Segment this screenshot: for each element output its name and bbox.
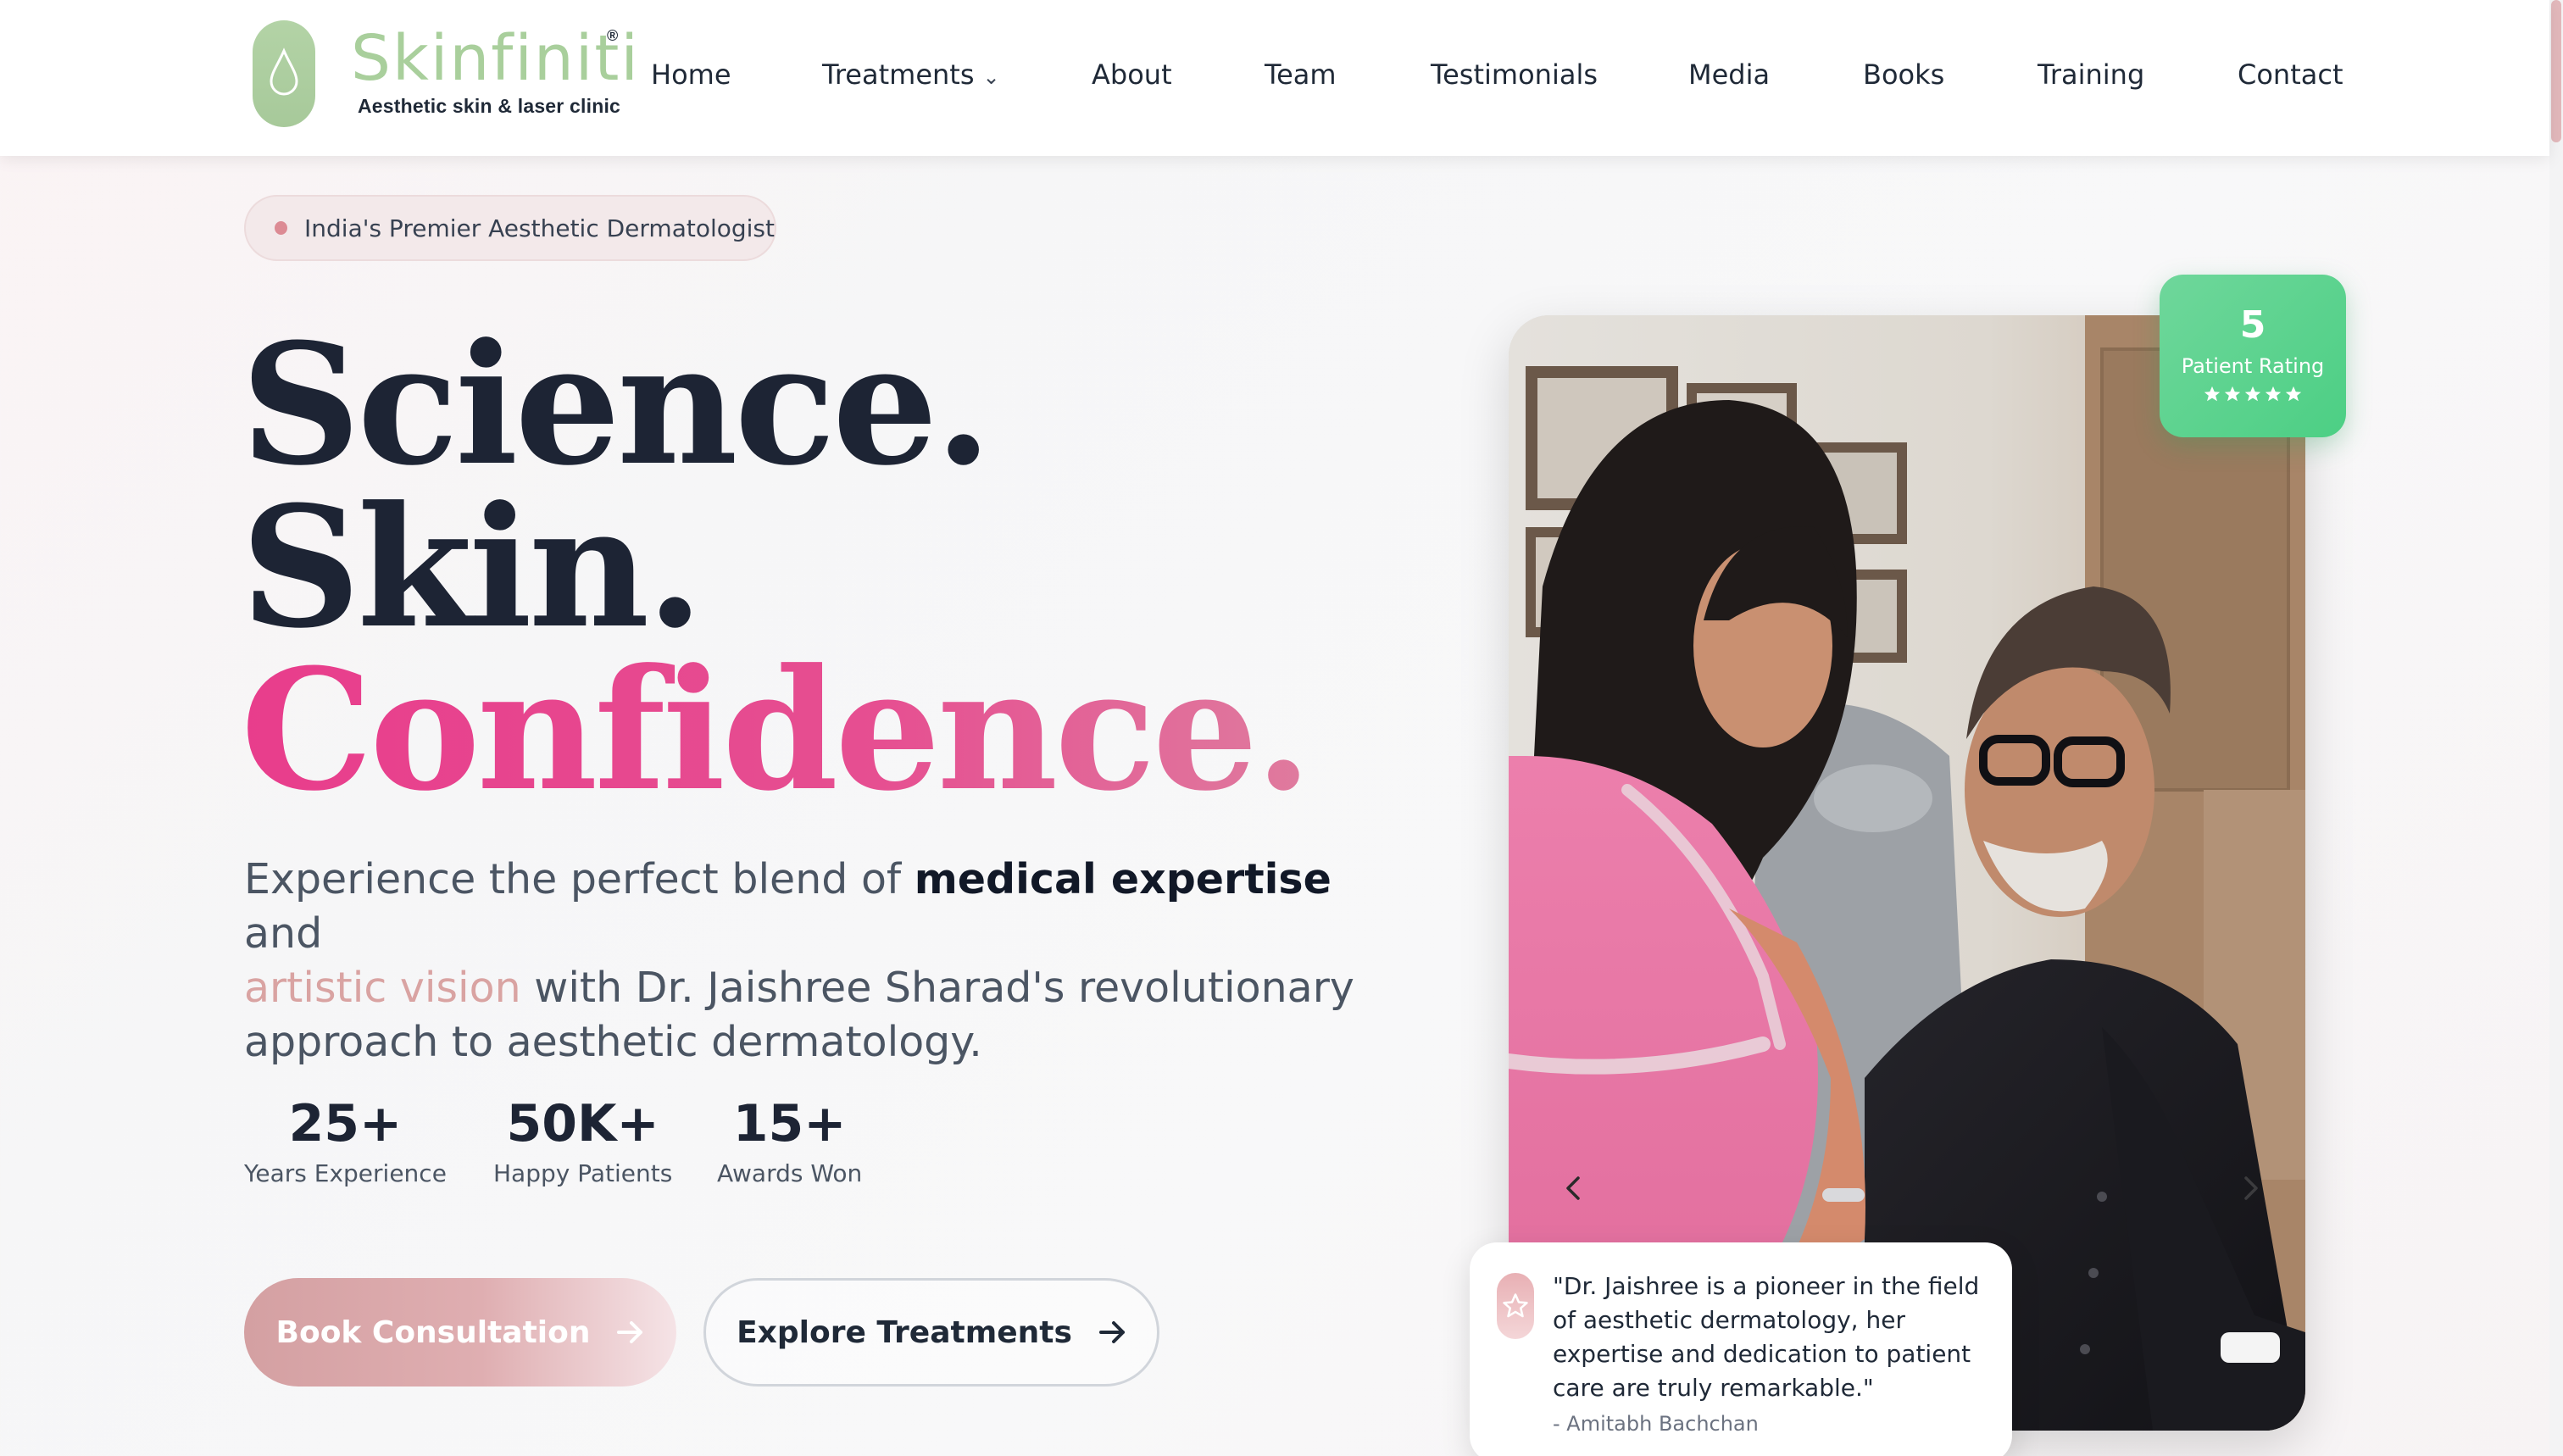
nav-contact[interactable]: Contact [2238,56,2343,93]
star-icon [2204,386,2221,402]
hero-subtext: Experience the perfect blend of medical … [244,853,1363,1070]
subtext-part-1: Experience the perfect blend of [244,855,915,903]
stat-label: Years Experience [244,1159,447,1187]
nav-about-label: About [1092,58,1172,91]
subtext-accent: artistic vision [244,964,521,1012]
logo-wordmark: Skinfiniti [351,22,640,95]
chevron-right-icon [2244,1176,2258,1200]
explore-treatments-button[interactable]: Explore Treatments [703,1278,1159,1387]
stat-label: Awards Won [717,1159,863,1187]
nav-home-label: Home [651,58,731,91]
stat-awards: 15+ Awards Won [717,1098,862,1187]
nav-testimonials-label: Testimonials [1431,58,1598,91]
testimonial-card: "Dr. Jaishree is a pioneer in the field … [1470,1242,2012,1456]
nav-media[interactable]: Media [1688,56,1770,93]
logo-drop-icon [253,20,315,127]
stat-experience: 25+ Years Experience [244,1098,447,1187]
nav-treatments-label: Treatments [822,58,975,91]
carousel-prev-button[interactable] [1539,1154,1607,1222]
stat-value: 25+ [288,1094,403,1153]
nav-about[interactable]: About [1092,56,1172,93]
arrow-right-icon [1098,1320,1126,1344]
subtext-strong: medical expertise [914,855,1332,903]
nav-team[interactable]: Team [1265,56,1337,93]
page-scrollbar[interactable] [2549,0,2563,1456]
nav-training[interactable]: Training [2038,56,2144,93]
headline-line-3: Confidence. [241,633,1313,828]
hero-badge: India's Premier Aesthetic Dermatologist [244,195,776,261]
arrow-right-icon [617,1320,644,1344]
nav-media-label: Media [1688,58,1771,91]
headline-line-1: Science. [241,308,992,503]
badge-text: India's Premier Aesthetic Dermatologist [304,214,775,242]
stat-value: 50K+ [506,1094,659,1153]
star-outline-icon [1497,1273,1534,1339]
nav-books[interactable]: Books [1863,56,1944,93]
book-consultation-label: Book Consultation [275,1314,591,1350]
site-header: Skinfiniti ® Aesthetic skin & laser clin… [0,0,2549,156]
patient-rating-card: 5 Patient Rating [2160,275,2346,437]
logo[interactable]: Skinfiniti ® Aesthetic skin & laser clin… [253,20,638,131]
scrollbar-thumb[interactable] [2551,0,2561,142]
nav-contact-label: Contact [2238,58,2343,91]
stat-label: Happy Patients [493,1159,673,1187]
nav-testimonials[interactable]: Testimonials [1431,56,1598,93]
explore-treatments-label: Explore Treatments [737,1314,1072,1350]
testimonial-author: - Amitabh Bachchan [1553,1412,1759,1436]
logo-tagline: Aesthetic skin & laser clinic [358,95,621,117]
carousel-next-button[interactable] [2217,1154,2285,1222]
rating-stars [2160,385,2346,403]
headline-line-2: Skin. [241,470,704,665]
chevron-down-icon: ⌄ [982,65,1000,89]
nav-home[interactable]: Home [651,56,731,93]
stat-value: 15+ [732,1094,847,1153]
star-icon [2265,386,2282,402]
rating-label: Patient Rating [2181,354,2325,378]
star-icon [2224,386,2241,402]
nav-treatments[interactable]: Treatments ⌄ [822,56,1000,93]
star-icon [2244,386,2261,402]
logo-registered-mark: ® [607,27,619,44]
nav-training-label: Training [2038,58,2145,91]
stat-patients: 50K+ Happy Patients [493,1098,672,1187]
subtext-part-2: and [244,909,323,958]
testimonial-quote: "Dr. Jaishree is a pioneer in the field … [1553,1272,1980,1402]
nav-team-label: Team [1265,58,1337,91]
nav-books-label: Books [1863,58,1945,91]
book-consultation-button[interactable]: Book Consultation [244,1278,676,1387]
badge-dot-icon [275,221,288,235]
star-icon [2285,386,2302,402]
chevron-left-icon [1566,1176,1580,1200]
rating-value: 5 [2239,303,2266,347]
